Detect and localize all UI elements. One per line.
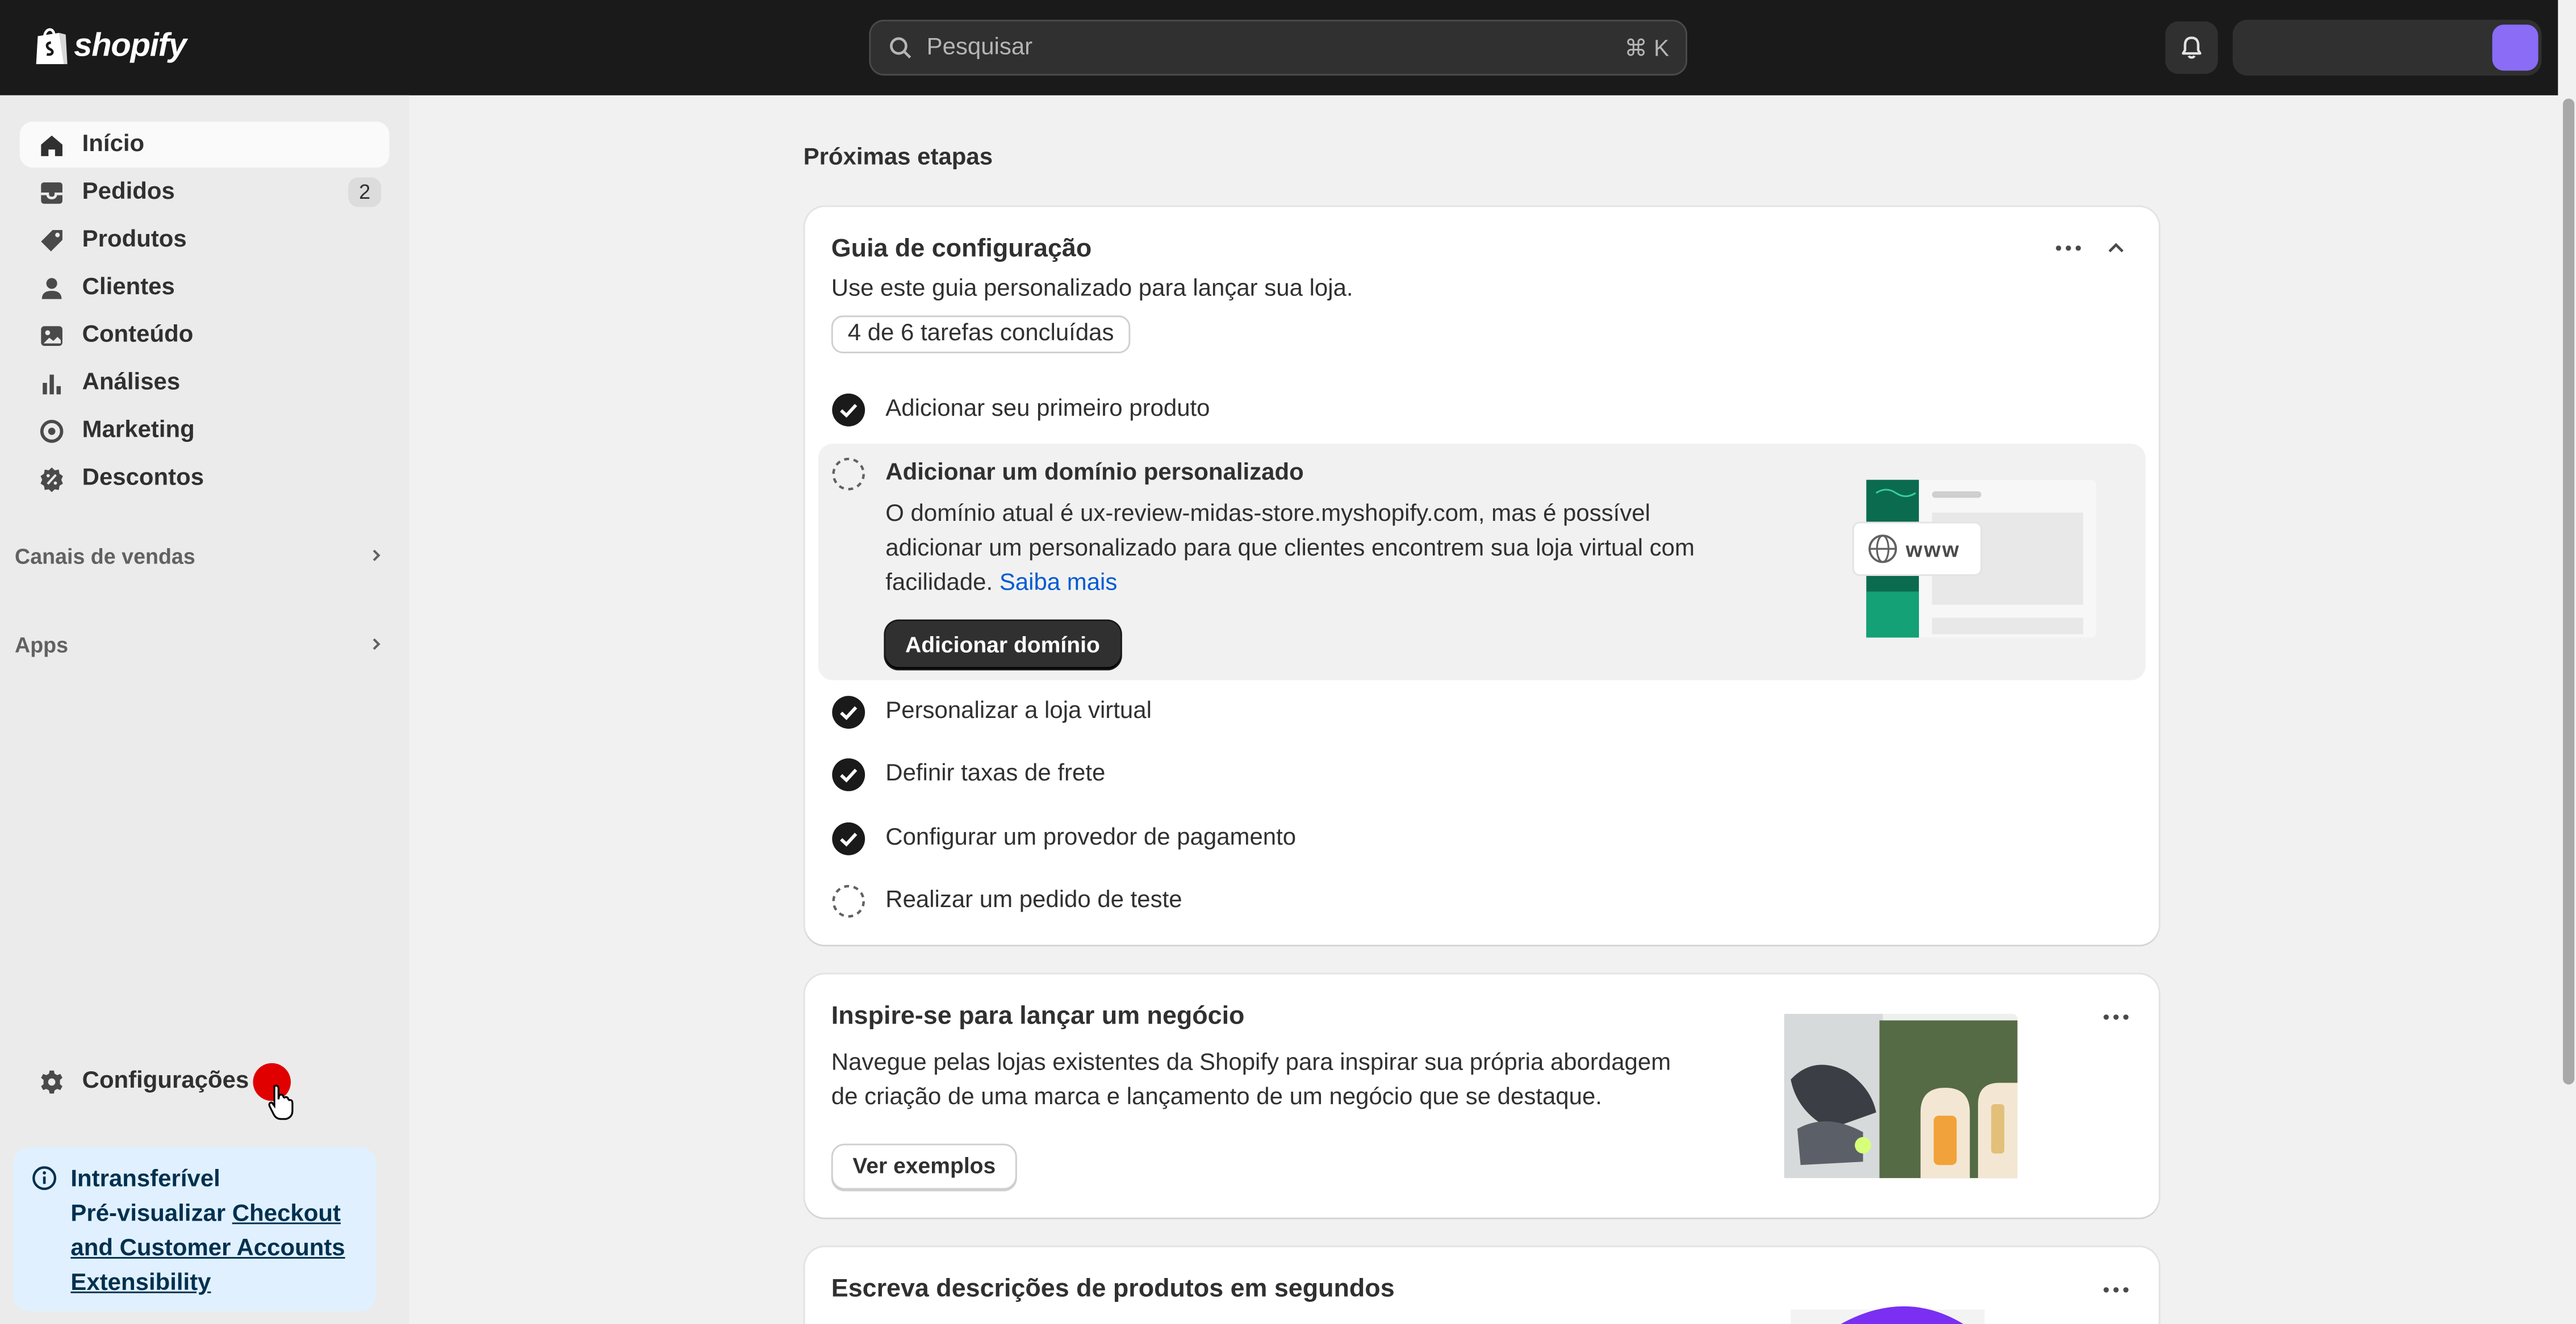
check-circle-icon	[832, 392, 865, 426]
task-add-product[interactable]: Adicionar seu primeiro produto	[818, 379, 2146, 438]
add-domain-button[interactable]: Adicionar domínio	[885, 621, 1120, 669]
sidebar-item-discounts[interactable]: Descontos	[20, 455, 390, 501]
task-label: Realizar um pedido de teste	[885, 887, 1182, 914]
scrollbar-thumb[interactable]	[2562, 98, 2575, 1085]
target-icon	[40, 419, 64, 442]
domain-illustration: www	[1852, 479, 2097, 638]
bell-icon	[2181, 36, 2202, 59]
task-description: O domínio atual é ux-review-midas-store.…	[885, 498, 1707, 602]
check-circle-icon	[832, 757, 865, 791]
info-icon	[32, 1166, 57, 1191]
sidebar-item-label: Descontos	[82, 465, 204, 491]
banner-text: Pré-visualizar Checkout and Customer Acc…	[70, 1198, 359, 1301]
logo-text: shopify	[74, 27, 187, 64]
task-add-domain: Adicionar um domínio personalizado O dom…	[818, 444, 2146, 680]
task-label: Definir taxas de frete	[885, 761, 1106, 787]
bar-chart-icon	[43, 374, 61, 394]
task-payment-provider[interactable]: Configurar um provedor de pagamento	[818, 808, 2146, 867]
sidebar-item-label: Produtos	[82, 227, 187, 253]
section-sales-channels[interactable]: Canais de vendas	[15, 539, 384, 572]
check-circle-icon	[832, 821, 865, 855]
next-steps-heading: Próximas etapas	[803, 144, 993, 171]
inspire-card: Inspire-se para lançar um negócio Navegu…	[805, 974, 2159, 1218]
inspire-text: Navegue pelas lojas existentes da Shopif…	[831, 1050, 1671, 1111]
search-bar[interactable]: Pesquisar ⌘ K	[869, 19, 1688, 76]
chevron-up-icon[interactable]	[2103, 235, 2129, 261]
store-switcher[interactable]	[2232, 19, 2542, 76]
banner-prefix: Pré-visualizar	[70, 1201, 232, 1227]
preview-banner: Intransferível Pré-visualizar Checkout a…	[13, 1147, 377, 1312]
gear-icon	[41, 1070, 62, 1093]
sidebar-item-analytics[interactable]: Análises	[20, 360, 390, 406]
task-shipping-rates[interactable]: Definir taxas de frete	[818, 744, 2146, 803]
sidebar-item-products[interactable]: Produtos	[20, 217, 390, 263]
store-avatar	[2492, 24, 2539, 71]
view-examples-button[interactable]: Ver exemplos	[831, 1143, 1017, 1190]
search-shortcut: ⌘ K	[1624, 34, 1670, 60]
setup-guide-title: Guia de configuração	[831, 235, 1092, 263]
learn-more-link[interactable]: Saiba mais	[1000, 570, 1118, 596]
sidebar-item-label: Marketing	[82, 417, 195, 444]
progress-badge: 4 de 6 tarefas concluídas	[831, 315, 1131, 353]
image-icon	[41, 325, 62, 345]
home-icon	[41, 135, 62, 156]
stores-illustration	[1784, 1013, 2018, 1179]
chevron-right-icon	[373, 549, 380, 561]
section-label: Apps	[15, 632, 69, 657]
tag-icon	[41, 229, 62, 251]
dashed-circle-icon[interactable]	[831, 457, 866, 491]
shopify-logo[interactable]: shopify	[33, 24, 187, 67]
sidebar-item-label: Configurações	[82, 1068, 249, 1095]
task-label: Adicionar seu primeiro produto	[885, 396, 1210, 423]
sidebar-item-label: Clientes	[82, 274, 175, 301]
task-customize-store[interactable]: Personalizar a loja virtual	[818, 682, 2146, 741]
admin-window: shopify Pesquisar ⌘ K Início Pedidos 2 P…	[0, 0, 2576, 1324]
orders-count-badge: 2	[348, 177, 382, 207]
search-placeholder: Pesquisar	[926, 34, 1033, 61]
sidebar-item-content[interactable]: Conteúdo	[20, 312, 390, 358]
sidebar-item-label: Pedidos	[82, 179, 175, 206]
notifications-button[interactable]	[2165, 21, 2218, 74]
task-test-order[interactable]: Realizar um pedido de teste	[818, 871, 2146, 930]
sidebar-item-settings[interactable]: Configurações	[20, 1058, 390, 1104]
ai-illustration	[1791, 1306, 1985, 1324]
task-label: Configurar um provedor de pagamento	[885, 825, 1297, 851]
section-label: Canais de vendas	[15, 543, 195, 568]
task-label: Personalizar a loja virtual	[885, 698, 1152, 725]
check-circle-icon	[832, 695, 865, 728]
more-options-icon[interactable]	[2100, 1273, 2132, 1306]
sidebar-item-customers[interactable]: Clientes	[20, 265, 390, 311]
dashed-circle-icon	[832, 884, 865, 917]
top-bar: shopify Pesquisar ⌘ K	[0, 0, 2576, 95]
discount-icon	[40, 466, 63, 491]
hand-cursor-icon	[268, 1084, 294, 1120]
task-title: Adicionar um domínio personalizado	[885, 460, 1304, 487]
sidebar: Início Pedidos 2 Produtos Clientes Conte…	[0, 95, 409, 1324]
shopify-bag-icon	[36, 28, 68, 64]
more-options-icon[interactable]	[2100, 1001, 2132, 1034]
chevron-right-icon	[373, 638, 380, 650]
person-icon	[41, 277, 62, 299]
banner-title: Intransferível	[70, 1166, 220, 1193]
setup-guide-card: Guia de configuração Use este guia perso…	[805, 207, 2159, 945]
product-descriptions-card: Escreva descrições de produtos em segund…	[805, 1247, 2159, 1324]
sidebar-item-label: Conteúdo	[82, 322, 194, 349]
sidebar-item-home[interactable]: Início	[19, 122, 390, 168]
more-options-icon[interactable]	[2052, 232, 2085, 265]
inbox-icon	[41, 181, 62, 203]
sidebar-item-marketing[interactable]: Marketing	[20, 407, 390, 453]
search-icon	[890, 37, 911, 59]
setup-guide-subtitle: Use este guia personalizado para lançar …	[831, 276, 1353, 303]
inspire-title: Inspire-se para lançar um negócio	[831, 1002, 1245, 1030]
section-apps[interactable]: Apps	[15, 628, 384, 661]
sidebar-item-orders[interactable]: Pedidos 2	[20, 169, 390, 215]
www-label: www	[1905, 538, 1960, 562]
sidebar-item-label: Início	[82, 131, 145, 158]
product-descriptions-title: Escreva descrições de produtos em segund…	[831, 1275, 1395, 1304]
sidebar-item-label: Análises	[82, 369, 181, 396]
